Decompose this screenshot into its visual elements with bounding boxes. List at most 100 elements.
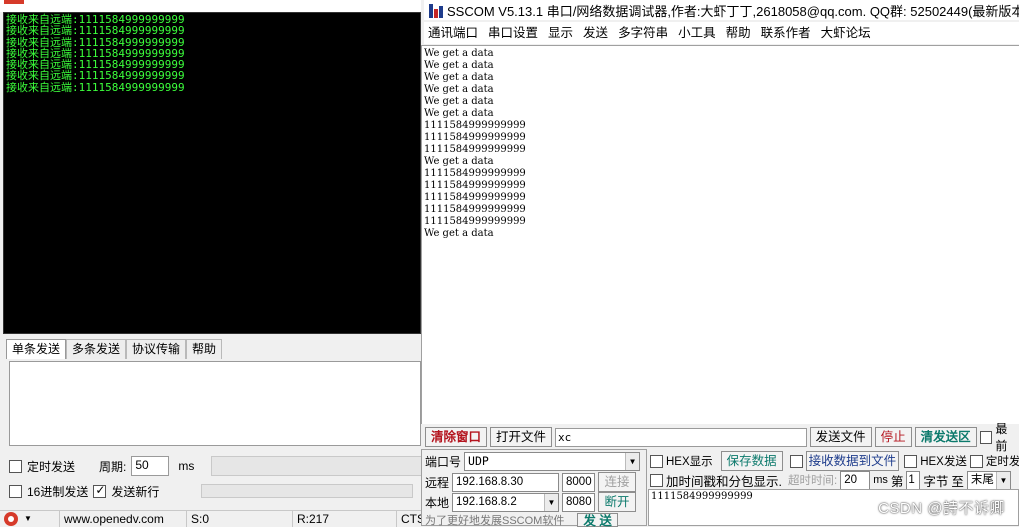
send-text-value: 1111584999999999: [651, 491, 753, 502]
sscom-logo-icon: [429, 2, 443, 18]
chevron-down-icon: ▼: [544, 493, 559, 511]
app-logo-icon: [4, 0, 24, 4]
topmost-checkbox[interactable]: [979, 430, 993, 444]
tab-multi-send[interactable]: 多条发送: [66, 339, 127, 359]
nth-input[interactable]: 1: [906, 470, 921, 490]
recv-to-file-button[interactable]: 接收数据到文件: [805, 451, 900, 471]
recv-line: We get a data: [424, 108, 494, 119]
hex-send-row: 16进制发送 发送新行: [9, 481, 414, 501]
recv-line: We get a data: [424, 96, 494, 107]
remote-label: 远程: [425, 475, 450, 490]
menu-multi-string[interactable]: 多字符串: [614, 22, 674, 44]
end-value: 末尾: [970, 473, 994, 486]
console-line: 接收来自远端:1111584999999999: [6, 24, 185, 38]
recv-line: 1111584999999999: [424, 120, 526, 131]
display-options-panel: HEX显示 保存数据 接收数据到文件 HEX发送 定时发送 加时间戳和分包显示.…: [648, 449, 1019, 491]
recv-line: 1111584999999999: [424, 216, 526, 227]
timed-send-row: 定时发送 周期: 50 ms: [9, 456, 424, 476]
local-label: 本地: [425, 495, 450, 510]
timestamp-label: 加时间戳和分包显示.: [666, 474, 782, 489]
chevron-down-icon: ▼: [995, 471, 1010, 489]
recv-line: We get a data: [424, 60, 494, 71]
timed-send-checkbox[interactable]: [969, 454, 983, 468]
timeout-label: 超时时间:: [787, 475, 838, 487]
disconnect-button[interactable]: 断开: [598, 492, 637, 512]
recv-to-file-checkbox[interactable]: [789, 454, 803, 468]
menu-bar: 通讯端口 串口设置 显示 发送 多字符串 小工具 帮助 联系作者 大虾论坛: [424, 22, 1019, 44]
save-data-button[interactable]: 保存数据: [720, 451, 783, 471]
menu-display[interactable]: 显示: [544, 22, 579, 44]
hex-send-checkbox[interactable]: [904, 454, 918, 468]
remote-port-input[interactable]: 8000: [562, 472, 596, 492]
end-select[interactable]: 末尾 ▼: [966, 470, 1011, 490]
promo-row: 为了更好地发展SSCOM软件 发 送: [425, 513, 618, 527]
tab-help[interactable]: 帮助: [186, 339, 223, 359]
send-file-button[interactable]: 发送文件: [809, 427, 872, 447]
menu-tools[interactable]: 小工具: [674, 22, 722, 44]
newline-checkbox[interactable]: [93, 483, 107, 498]
status-recv-count: R:217: [293, 510, 397, 527]
settings-dropdown[interactable]: ▼: [0, 510, 60, 527]
port-row: 端口号 UDP ▼: [425, 451, 641, 471]
send-textarea[interactable]: [9, 361, 421, 446]
menu-comm-port[interactable]: 通讯端口: [424, 22, 484, 44]
timeout-input[interactable]: 20: [840, 470, 871, 490]
window-title: SSCOM V5.13.1 串口/网络数据调试器,作者:大虾丁丁,2618058…: [447, 3, 1019, 19]
hex-display-label: HEX显示: [666, 456, 713, 468]
timed-send-label: 定时发送: [27, 459, 76, 474]
timed-send-checkbox[interactable]: [9, 459, 22, 473]
period-unit: ms: [178, 459, 195, 473]
status-cts: CTS: [401, 511, 421, 526]
menu-send[interactable]: 发送: [579, 22, 614, 44]
menu-serial-settings[interactable]: 串口设置: [484, 22, 544, 44]
connect-button[interactable]: 连接: [598, 472, 637, 492]
hex-send-label: HEX发送: [920, 456, 967, 468]
nth-label: 第: [890, 474, 904, 489]
recv-line: 1111584999999999: [424, 144, 526, 155]
send-button[interactable]: 发 送: [577, 513, 618, 527]
receive-console: 接收来自远端:1111584999999999 接收来自远端:111158499…: [3, 12, 421, 334]
remote-row: 远程 192.168.8.30 8000 连接: [425, 472, 637, 492]
local-ip-value: 192.168.8.2: [456, 495, 517, 508]
hex-display-checkbox[interactable]: [650, 454, 663, 468]
hex-send-label: 16进制发送: [27, 484, 89, 499]
newline-label: 发送新行: [111, 484, 160, 499]
timeout-unit: ms: [873, 474, 888, 486]
chevron-down-icon: ▼: [625, 452, 640, 470]
menu-forum[interactable]: 大虾论坛: [817, 22, 877, 44]
gear-icon: [4, 511, 18, 526]
port-settings-panel: 端口号 UDP ▼ 远程 192.168.8.30 8000 连接 本地 192…: [421, 449, 647, 527]
options-row-2: 加时间戳和分包显示. 超时时间: 20 ms 第 1 字节 至 末尾 ▼: [650, 470, 1011, 490]
port-value: UDP: [468, 453, 489, 468]
recv-line: 1111584999999999: [424, 168, 526, 179]
menu-help[interactable]: 帮助: [722, 22, 757, 44]
hex-send-checkbox[interactable]: [9, 484, 22, 498]
recv-line: We get a data: [424, 156, 494, 167]
tab-single-send[interactable]: 单条发送: [6, 339, 67, 359]
timestamp-checkbox[interactable]: [650, 473, 663, 487]
remote-ip-input[interactable]: 192.168.8.30: [452, 472, 560, 492]
tab-protocol[interactable]: 协议传输: [126, 339, 187, 359]
clear-send-button[interactable]: 清发送区: [914, 427, 977, 447]
recv-line: 1111584999999999: [424, 132, 526, 143]
to-label: 至: [951, 474, 964, 489]
open-file-button[interactable]: 打开文件: [490, 427, 553, 447]
recv-line: 1111584999999999: [424, 192, 526, 203]
file-path-input[interactable]: xc: [555, 427, 807, 447]
local-ip-select[interactable]: 192.168.8.2 ▼: [452, 492, 560, 512]
period-input[interactable]: 50: [131, 456, 170, 476]
progress-bar: [201, 484, 414, 498]
promo-text: 为了更好地发展SSCOM软件: [425, 515, 565, 527]
stop-button[interactable]: 停止: [874, 427, 912, 447]
options-row-1: HEX显示 保存数据 接收数据到文件 HEX发送 定时发送: [650, 451, 1019, 471]
menu-contact[interactable]: 联系作者: [757, 22, 817, 44]
status-url[interactable]: www.openedv.com: [60, 510, 187, 527]
local-port-input[interactable]: 8080: [562, 492, 596, 512]
clear-window-button[interactable]: 清除窗口: [425, 427, 488, 447]
send-mode-tabs: 单条发送 多条发送 协议传输 帮助: [6, 339, 223, 359]
receive-area[interactable]: We get a data We get a data We get a dat…: [421, 45, 1019, 424]
recv-line: 1111584999999999: [424, 204, 526, 215]
status-sent-count: S:0: [187, 510, 293, 527]
local-row: 本地 192.168.8.2 ▼ 8080 断开: [425, 492, 637, 512]
port-select[interactable]: UDP ▼: [464, 451, 641, 471]
